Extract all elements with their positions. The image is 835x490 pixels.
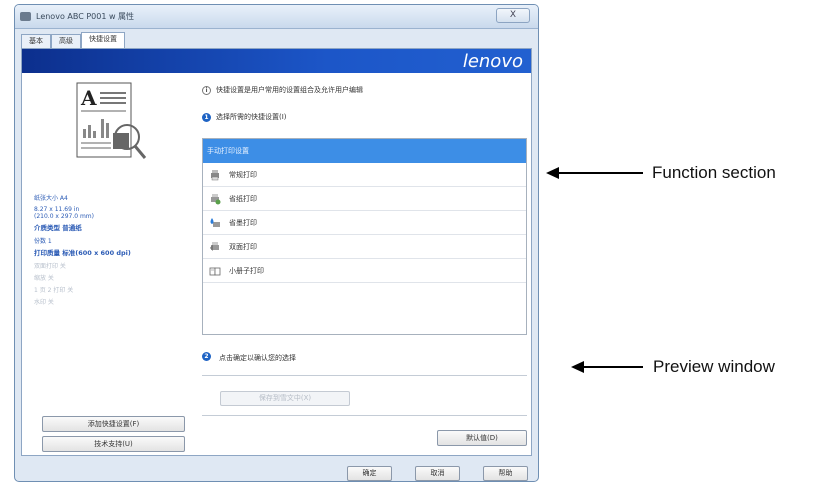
printer-icon	[211, 170, 219, 181]
info-watermark: 水印 关	[34, 299, 54, 306]
step-two-icon: 2	[202, 352, 211, 361]
list-item-duplex[interactable]: 双面打印	[203, 235, 526, 259]
printer-app-icon	[20, 12, 31, 21]
svg-text:A: A	[80, 86, 97, 110]
step-two-label: 点击确定以确认您的选择	[219, 354, 296, 362]
shortcut-description: 快捷设置是用户常用的设置组合及允许用户编辑	[216, 86, 363, 94]
default-button[interactable]: 默认值(D)	[437, 430, 527, 446]
list-item-paper-saving[interactable]: 省纸打印	[203, 187, 526, 211]
save-shortcut-button[interactable]: 保存到雪文中(X)	[220, 391, 350, 406]
duplex-icon	[210, 242, 219, 251]
preview-window-label: Preview window	[653, 357, 775, 376]
info-paper-mm: (210.0 x 297.0 mm)	[34, 213, 94, 220]
window-title: Lenovo ABC P001 w 属性	[36, 12, 135, 21]
info-media-type: 介质类型 普通纸	[34, 224, 82, 232]
page-preview-image: A	[76, 82, 147, 159]
brand-banner: lenovo	[22, 49, 531, 73]
list-item-label: 小册子打印	[229, 267, 264, 275]
booklet-icon	[209, 267, 221, 276]
close-button[interactable]: X	[496, 8, 530, 23]
printer-properties-dialog: Lenovo ABC P001 w 属性 X 基本 高级 快捷设置 lenovo…	[14, 4, 539, 482]
info-duplex: 双面打印 关	[34, 263, 66, 270]
tab-content: lenovo A 纸张大小 A4 8.27 x 11.69 in (210.0 …	[21, 48, 532, 456]
list-item-normal-print[interactable]: 常规打印	[203, 163, 526, 187]
list-item-ink-saving[interactable]: 省墨打印	[203, 211, 526, 235]
info-icon: i	[202, 86, 211, 95]
shortcut-list[interactable]: 手动打印设置 常规打印 省纸打印 省墨打印 双面打印 小册子打印	[202, 138, 527, 335]
callout-line	[581, 366, 643, 368]
function-section-label: Function section	[652, 163, 776, 182]
title-bar: Lenovo ABC P001 w 属性 X	[15, 5, 538, 29]
list-item-manual[interactable]: 手动打印设置	[203, 139, 526, 163]
tab-basic[interactable]: 基本	[21, 34, 51, 48]
divider	[202, 415, 527, 416]
step-one-label: 选择所需的快捷设置(I)	[216, 113, 287, 121]
step-one-icon: 1	[202, 113, 211, 122]
info-copies: 份数 1	[34, 238, 52, 245]
cancel-button[interactable]: 取消	[415, 466, 460, 481]
list-item-label: 双面打印	[229, 243, 257, 251]
function-section-callout: Function section	[546, 163, 831, 183]
eco-printer-icon	[211, 194, 221, 205]
lenovo-logo: lenovo	[462, 51, 523, 72]
divider	[202, 375, 527, 376]
ok-button[interactable]: 确定	[347, 466, 392, 481]
ink-drop-icon	[210, 218, 220, 227]
list-item-label: 省墨打印	[229, 219, 257, 227]
info-print-quality: 打印质量 标准(600 x 600 dpi)	[34, 249, 131, 257]
tab-shortcut-settings[interactable]: 快捷设置	[81, 32, 125, 48]
add-shortcut-button[interactable]: 添加快捷设置(F)	[42, 416, 185, 432]
preview-window-callout: Preview window	[571, 357, 831, 377]
tab-advanced[interactable]: 高级	[51, 34, 81, 48]
callout-line	[556, 172, 643, 174]
support-button[interactable]: 技术支持(U)	[42, 436, 185, 452]
info-paper-inches: 8.27 x 11.69 in	[34, 206, 80, 213]
info-n-up: 1 页 2 打印 关	[34, 287, 74, 294]
list-item-label: 常规打印	[229, 171, 257, 179]
info-scaling: 缩放 关	[34, 275, 54, 282]
list-item-label: 手动打印设置	[207, 147, 249, 155]
list-item-booklet[interactable]: 小册子打印	[203, 259, 526, 283]
info-paper-size: 纸张大小 A4	[34, 195, 68, 202]
help-button[interactable]: 帮助	[483, 466, 528, 481]
list-item-label: 省纸打印	[229, 195, 257, 203]
